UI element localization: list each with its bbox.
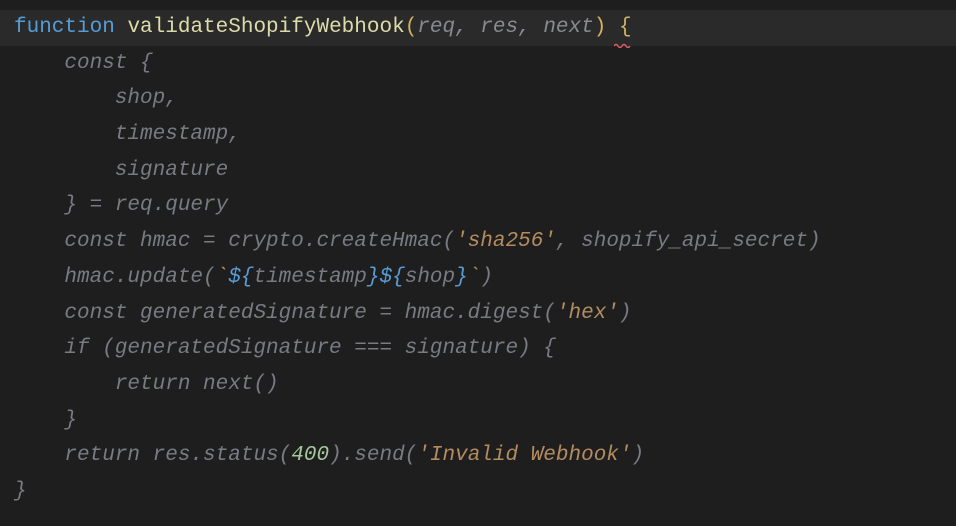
code-text: const generatedSignature = hmac.digest( [14, 302, 556, 325]
code-text: shop, [14, 87, 178, 110]
code-line-1[interactable]: function validateShopifyWebhook(req, res… [0, 10, 956, 46]
code-text: timestamp, [14, 123, 241, 146]
code-line-8[interactable]: hmac.update(`${timestamp}${shop}`) [14, 260, 942, 296]
code-line-5[interactable]: signature [14, 153, 942, 189]
number-literal: 400 [291, 444, 329, 467]
code-line-2[interactable]: const { [14, 46, 942, 82]
string-literal: 'sha256' [455, 230, 556, 253]
code-line-7[interactable]: const hmac = crypto.createHmac('sha256',… [14, 224, 942, 260]
code-text: , shopify_api_secret) [556, 230, 821, 253]
code-line-9[interactable]: const generatedSignature = hmac.digest('… [14, 296, 942, 332]
params: req, res, next [417, 16, 593, 39]
code-text: } = req.query [14, 194, 228, 217]
code-line-10[interactable]: if (generatedSignature === signature) { [14, 331, 942, 367]
code-text: ) [632, 444, 645, 467]
template-expr-close: } [455, 266, 468, 289]
code-line-12[interactable]: } [14, 403, 942, 439]
code-line-11[interactable]: return next() [14, 367, 942, 403]
open-paren: ( [405, 16, 418, 39]
code-text: ) [480, 266, 493, 289]
error-squiggle [614, 43, 632, 48]
code-text: const hmac = crypto.createHmac( [14, 230, 455, 253]
code-line-14[interactable]: } [14, 474, 942, 510]
function-name: validateShopifyWebhook [127, 16, 404, 39]
keyword-function: function [14, 16, 115, 39]
template-var: timestamp [253, 266, 366, 289]
template-expr-open: ${ [380, 266, 405, 289]
code-text: signature [14, 159, 228, 182]
code-line-13[interactable]: return res.status(400).send('Invalid Web… [14, 438, 942, 474]
code-text: } [14, 409, 77, 432]
code-text: const { [14, 52, 153, 75]
template-backtick: ` [468, 266, 481, 289]
code-text: return next() [14, 373, 279, 396]
close-paren: ) [594, 16, 607, 39]
code-text: if (generatedSignature === signature) { [14, 337, 556, 360]
code-line-3[interactable]: shop, [14, 81, 942, 117]
code-line-4[interactable]: timestamp, [14, 117, 942, 153]
close-brace: } [14, 480, 27, 503]
code-text: ).send( [329, 444, 417, 467]
template-var: shop [405, 266, 455, 289]
template-expr-close: } [367, 266, 380, 289]
template-backtick: ` [216, 266, 229, 289]
code-text: hmac.update( [14, 266, 216, 289]
string-literal: 'hex' [556, 302, 619, 325]
code-line-6[interactable]: } = req.query [14, 188, 942, 224]
code-text: ) [619, 302, 632, 325]
template-expr-open: ${ [228, 266, 253, 289]
open-brace: { [619, 16, 632, 39]
string-literal: 'Invalid Webhook' [417, 444, 631, 467]
code-text: return res.status( [14, 444, 291, 467]
